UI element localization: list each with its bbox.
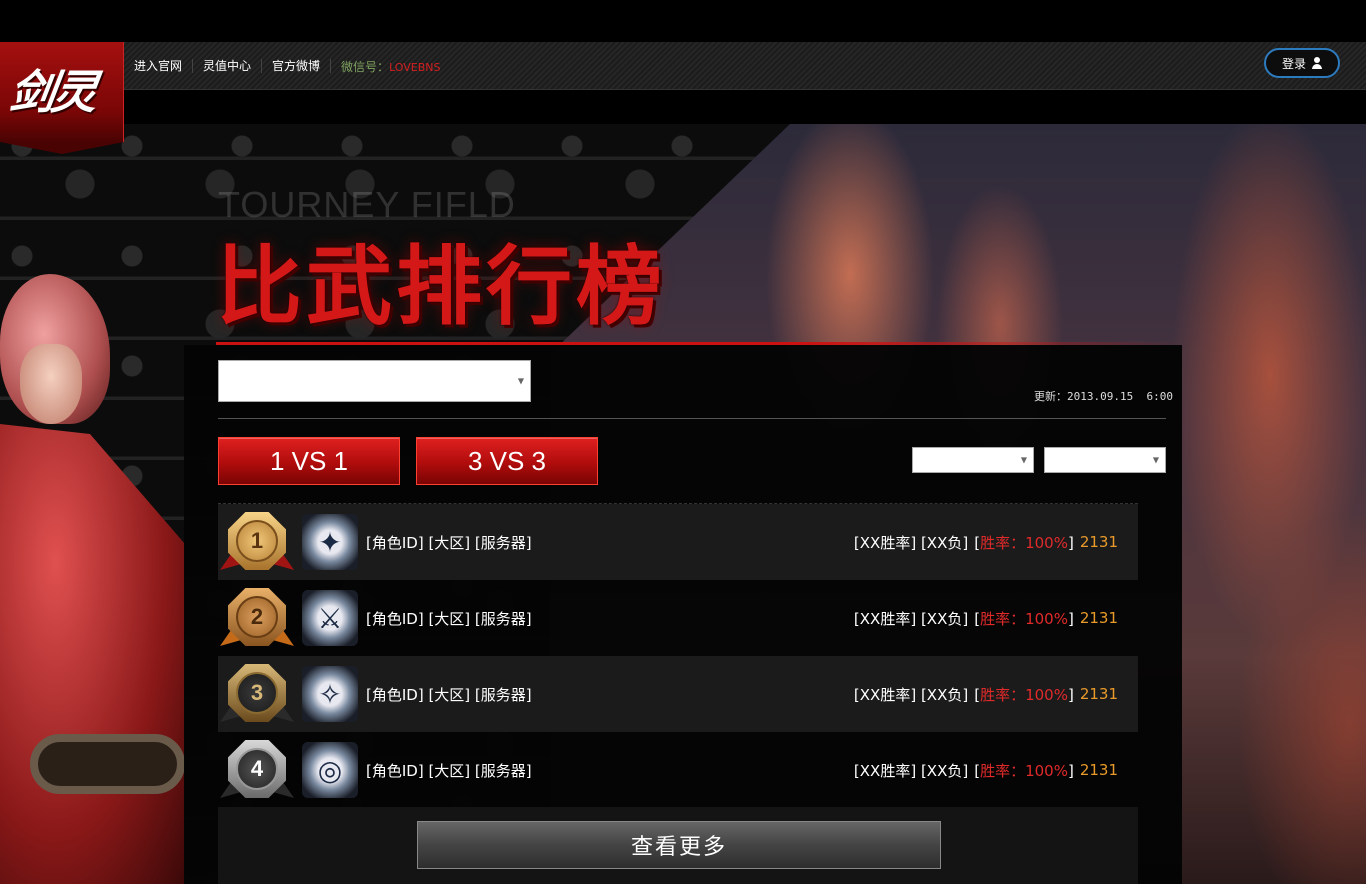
class-glyph: ◎	[317, 753, 343, 787]
tab-3v3[interactable]: 3 VS 3	[416, 437, 598, 485]
wechat-info: 微信号：LOVEBNS	[331, 58, 440, 75]
wechat-label: 微信号：	[341, 59, 390, 74]
bracket: ]	[1067, 533, 1074, 552]
player-info: [角色ID] [大区] [服务器]	[366, 685, 532, 704]
class-glyph: ⚔	[317, 601, 343, 635]
rank-number: 3	[236, 672, 278, 714]
login-button[interactable]: 登录	[1264, 48, 1340, 78]
view-more-button[interactable]: 查看更多	[417, 821, 941, 869]
character-art	[0, 274, 185, 884]
winrate: 胜率：100%	[980, 761, 1068, 780]
bracket: ]	[1067, 609, 1074, 628]
winrate-group: [胜率：100%]	[974, 760, 1074, 781]
player-stats: [XX胜率] [XX负] [胜率：100%] 2131	[854, 504, 1118, 580]
login-label: 登录	[1281, 56, 1306, 71]
chevron-down-icon: ▼	[1020, 455, 1027, 465]
chevron-down-icon: ▼	[1152, 455, 1159, 465]
table-row[interactable]: 3 ✧ [角色ID] [大区] [服务器] [XX胜率] [XX负] [胜率：1…	[218, 656, 1138, 732]
player-info: [角色ID] [大区] [服务器]	[366, 609, 532, 628]
nav-link-weibo[interactable]: 官方微博	[262, 59, 332, 73]
score: 2131	[1079, 685, 1118, 703]
filter-select-a[interactable]: ▼	[912, 447, 1034, 473]
orb-icon: ◎	[302, 742, 358, 798]
rank-medal-icon: 4	[218, 732, 296, 808]
score: 2131	[1079, 533, 1118, 551]
stats-text: [XX胜率] [XX负]	[853, 761, 969, 780]
nav-link-official-site[interactable]: 进入官网	[124, 59, 194, 73]
user-icon	[1312, 57, 1322, 69]
class-glyph: ✦	[318, 525, 342, 559]
score: 2131	[1079, 609, 1118, 627]
rank-number: 2	[236, 596, 278, 638]
rank-number: 4	[236, 748, 278, 790]
update-time: 更新：2013.09.15 6:00	[1034, 390, 1173, 403]
rank-medal-icon: 3	[218, 656, 296, 732]
table-row[interactable]: 2 ⚔ [角色ID] [大区] [服务器] [XX胜率] [XX负] [胜率：1…	[218, 580, 1138, 656]
ranking-panel: ▼ 更新：2013.09.15 6:00 1 VS 1 3 VS 3 ▼ ▼ 1…	[184, 345, 1182, 884]
character-body	[0, 424, 185, 884]
winrate: 胜率：100%	[980, 609, 1068, 628]
divider	[218, 418, 1166, 419]
chevron-down-icon: ▼	[517, 376, 524, 386]
rank-number: 1	[236, 520, 278, 562]
axe-icon: ✧	[302, 666, 358, 722]
player-stats: [XX胜率] [XX负] [胜率：100%] 2131	[854, 732, 1118, 808]
winrate: 胜率：100%	[980, 533, 1068, 552]
page-root: TOURNEY FIFLD 比武排行榜 剑灵 进入官网 灵值中心 官方微博 微信…	[0, 0, 1366, 884]
class-glyph: ✧	[318, 677, 342, 711]
player-stats: [XX胜率] [XX负] [胜率：100%] 2131	[854, 580, 1118, 656]
blade-master-icon: ✦	[302, 514, 358, 570]
score: 2131	[1079, 761, 1118, 779]
crossed-swords-icon: ⚔	[302, 590, 358, 646]
winrate-group: [胜率：100%]	[974, 532, 1074, 553]
bracket: ]	[1067, 761, 1074, 780]
tab-1v1[interactable]: 1 VS 1	[218, 437, 400, 485]
rank-medal-icon: 2	[218, 580, 296, 656]
wechat-id: LOVEBNS	[389, 60, 441, 74]
table-row[interactable]: 1 ✦ [角色ID] [大区] [服务器] [XX胜率] [XX负] [胜率：1…	[218, 504, 1138, 580]
winrate-group: [胜率：100%]	[974, 608, 1074, 629]
nav-link-points-center[interactable]: 灵值中心	[193, 59, 263, 73]
player-info: [角色ID] [大区] [服务器]	[366, 533, 532, 552]
main-nav: 进入官网 灵值中心 官方微博 微信号：LOVEBNS	[124, 42, 441, 90]
character-face	[20, 344, 82, 424]
more-container: 查看更多	[218, 807, 1138, 884]
stats-text: [XX胜率] [XX负]	[853, 533, 969, 552]
bracket: ]	[1067, 685, 1074, 704]
character-belt	[30, 734, 185, 794]
ranking-list: 1 ✦ [角色ID] [大区] [服务器] [XX胜率] [XX负] [胜率：1…	[218, 503, 1138, 808]
filter-select-b[interactable]: ▼	[1044, 447, 1166, 473]
banner-title-cn: 比武排行榜	[216, 237, 666, 337]
winrate: 胜率：100%	[980, 685, 1068, 704]
table-row[interactable]: 4 ◎ [角色ID] [大区] [服务器] [XX胜率] [XX负] [胜率：1…	[218, 732, 1138, 808]
site-logo[interactable]: 剑灵	[0, 42, 124, 154]
stats-text: [XX胜率] [XX负]	[853, 685, 969, 704]
logo-text: 剑灵	[5, 65, 98, 119]
stats-text: [XX胜率] [XX负]	[853, 609, 969, 628]
winrate-group: [胜率：100%]	[974, 684, 1074, 705]
rank-medal-icon: 1	[218, 504, 296, 580]
player-stats: [XX胜率] [XX负] [胜率：100%] 2131	[854, 656, 1118, 732]
region-select[interactable]: ▼	[218, 360, 531, 402]
player-info: [角色ID] [大区] [服务器]	[366, 761, 532, 780]
